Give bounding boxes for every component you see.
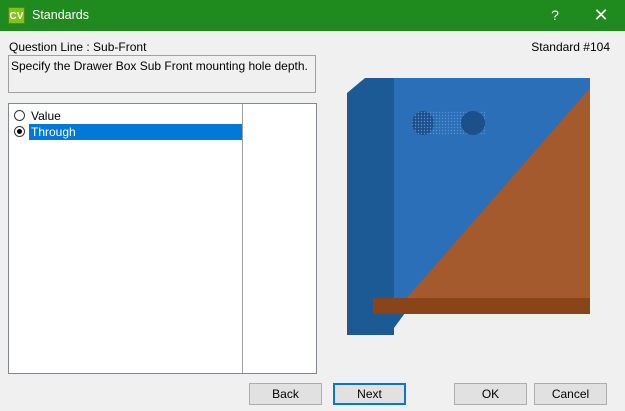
through-hole-icon [412,111,485,135]
back-button[interactable]: Back [249,383,322,405]
title-bar: CV Standards ? ✕ [0,0,625,31]
cancel-button[interactable]: Cancel [534,383,607,405]
drawer-sub-front-through-hole-illustration [347,78,590,335]
window-title: Standards [32,8,89,22]
list-divider [242,104,243,373]
app-logo-icon: CV [8,7,25,24]
question-line-label: Question Line : Sub-Front [9,40,147,54]
radio-checked-icon[interactable] [14,126,25,137]
side-panel-shape [347,78,394,335]
option-list: Value Through [8,103,317,374]
radio-unchecked-icon[interactable] [14,110,25,121]
option-label: Value [31,109,61,123]
option-label: Through [29,124,243,140]
help-button[interactable]: ? [532,0,578,31]
next-button[interactable]: Next [333,383,406,405]
ok-button[interactable]: OK [454,383,527,405]
option-through[interactable]: Through [11,124,243,140]
description-box: Specify the Drawer Box Sub Front mountin… [8,55,316,93]
close-button[interactable]: ✕ [578,0,624,31]
shelf-shape [373,298,590,314]
standard-number-label: Standard #104 [531,40,610,54]
option-value[interactable]: Value [11,108,241,124]
panel-edge-shape [394,313,405,328]
